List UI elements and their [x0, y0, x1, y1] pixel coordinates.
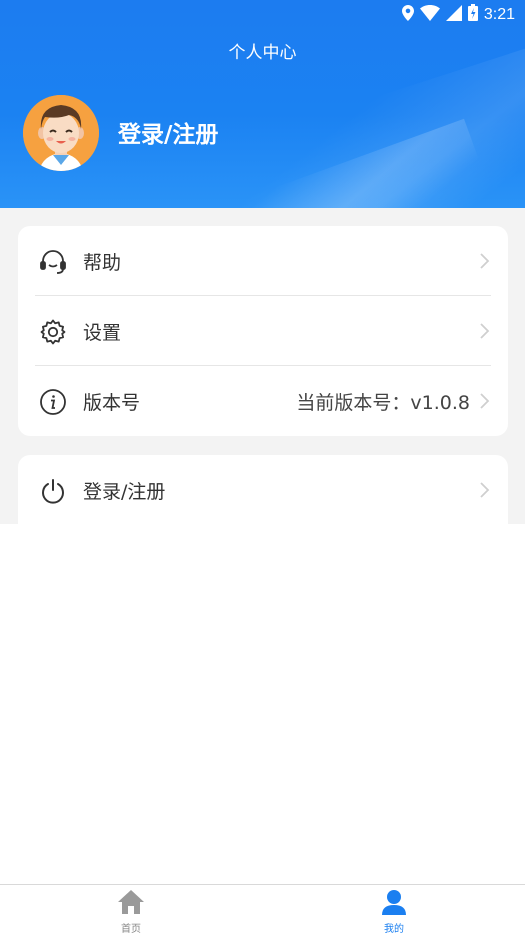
chevron-right-icon: [480, 482, 490, 498]
headset-icon: [38, 247, 68, 277]
page-title: 个人中心: [228, 43, 297, 63]
chevron-right-icon: [480, 253, 490, 269]
tab-label: 首页: [121, 924, 141, 935]
avatar[interactable]: [23, 95, 99, 171]
profile-header: 3:21 个人中心 登录/注册: [0, 0, 525, 208]
signal-icon: [445, 4, 462, 25]
menu-item-settings[interactable]: 设置: [18, 296, 508, 366]
menu-item-label: 帮助: [83, 251, 122, 274]
wifi-icon: [419, 4, 440, 25]
bottom-tab-bar: 首页 我的: [0, 884, 525, 939]
version-value: 当前版本号：v1.0.8: [296, 391, 470, 414]
status-time: 3:21: [483, 5, 515, 23]
chevron-right-icon: [480, 323, 490, 339]
tab-home[interactable]: 首页: [101, 889, 161, 935]
chevron-right-icon: [480, 393, 490, 409]
login-card: 登录/注册: [18, 455, 508, 524]
menu-item-label: 设置: [83, 321, 122, 344]
tab-mine[interactable]: 我的: [364, 889, 424, 935]
user-icon: [380, 890, 408, 919]
tab-label: 我的: [384, 924, 404, 935]
menu-item-version[interactable]: 版本号 当前版本号：v1.0.8: [18, 366, 508, 436]
menu-item-login[interactable]: 登录/注册: [18, 455, 508, 525]
info-icon: [38, 387, 68, 417]
home-icon: [117, 890, 145, 919]
gear-icon: [38, 317, 68, 347]
status-bar: 3:21: [0, 0, 525, 28]
menu-item-label: 版本号: [83, 391, 141, 414]
battery-icon: [467, 4, 478, 25]
menu-item-label: 登录/注册: [83, 480, 166, 503]
header-login-link[interactable]: 登录/注册: [118, 115, 218, 149]
menu-item-help[interactable]: 帮助: [18, 226, 508, 296]
power-icon: [38, 476, 68, 506]
menu-card: 帮助 设置 版本号 当前版本号：v1.0.8: [18, 226, 508, 436]
location-icon: [401, 4, 414, 25]
